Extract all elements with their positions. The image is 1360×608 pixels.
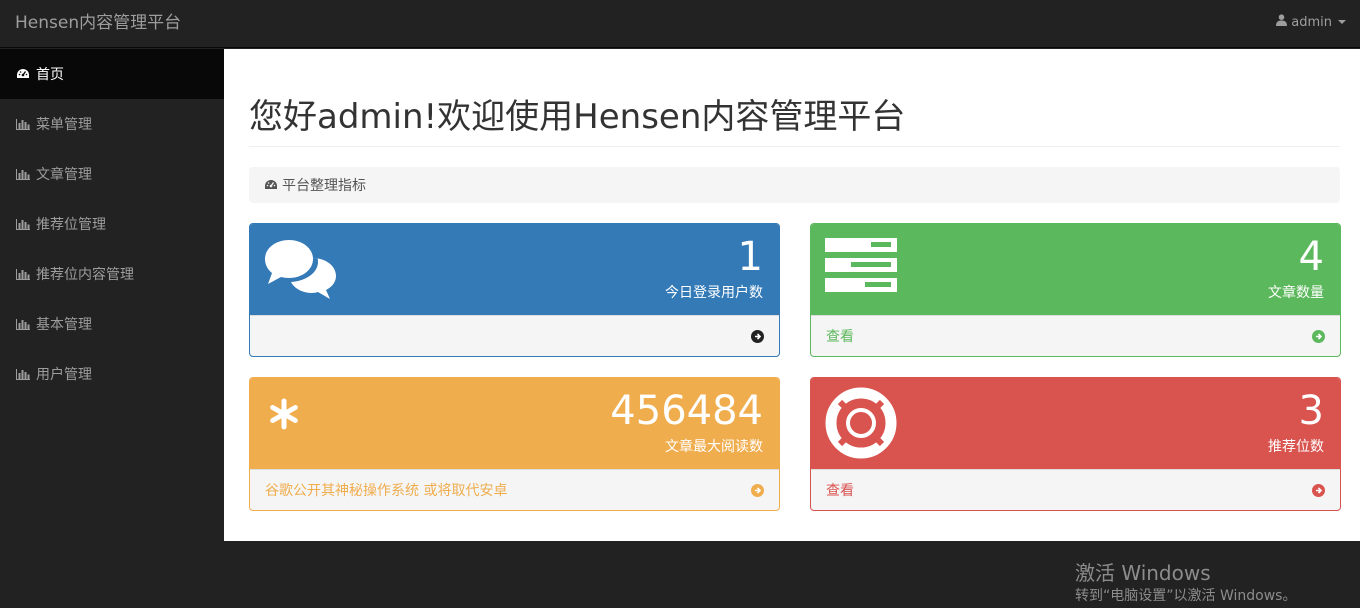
panel-value: 4 (1298, 234, 1324, 280)
breadcrumb-label: 平台整理指标 (282, 178, 366, 194)
panel-label: 推荐位数 (1268, 439, 1324, 455)
page-title: 您好admin!欢迎使用Hensen内容管理平台 (249, 97, 906, 137)
brand-link[interactable]: Hensen内容管理平台 (15, 12, 181, 34)
sidebar-item-label: 基本管理 (36, 317, 92, 333)
sidebar-item-label: 用户管理 (36, 367, 92, 383)
arrow-circle-right-icon (751, 329, 764, 343)
panel-heading: 456484 文章最大阅读数 (250, 378, 779, 469)
sidebar-item-label: 推荐位内容管理 (36, 267, 134, 283)
panel-footer-text: 查看 (826, 483, 854, 499)
sidebar-item-label: 文章管理 (36, 167, 92, 183)
arrow-circle-right-icon (1312, 483, 1325, 497)
panel-footer-text: 谷歌公开其神秘操作系统 或将取代安卓 (265, 483, 508, 499)
sidebar-item-label: 推荐位管理 (36, 217, 106, 233)
panel-article-count: 4 文章数量 查看 (810, 223, 1341, 357)
sidebar-item-label: 首页 (36, 67, 64, 83)
tasks-icon (825, 238, 897, 300)
watermark-subtitle: 转到“电脑设置”以激活 Windows。 (1075, 588, 1297, 604)
breadcrumb: 平台整理指标 (249, 167, 1340, 203)
page-header: 您好admin!欢迎使用Hensen内容管理平台 (249, 95, 1340, 147)
comments-icon (264, 238, 338, 304)
main-content: 您好admin!欢迎使用Hensen内容管理平台 平台整理指标 1 今日登录用户… (224, 49, 1360, 541)
sidebar-item-label: 菜单管理 (36, 117, 92, 133)
sidebar-item-position-content[interactable]: 推荐位内容管理 (0, 249, 224, 299)
caret-down-icon (1338, 20, 1346, 24)
panel-footer-text: 查看 (826, 329, 854, 345)
sidebar-item-menu[interactable]: 菜单管理 (0, 99, 224, 149)
watermark-title: 激活 Windows (1075, 561, 1211, 585)
top-navbar: Hensen内容管理平台 admin (0, 0, 1360, 48)
dashboard-icon (264, 179, 278, 191)
panel-value: 456484 (610, 388, 763, 434)
sidebar: 首页 菜单管理 文章管理 推荐位管理 推荐位内容管理 基本管理 用户管理 (0, 49, 224, 608)
bar-chart-icon (15, 267, 31, 281)
windows-activation-watermark: 激活 Windows 转到“电脑设置”以激活 Windows。 (1075, 560, 1296, 606)
panel-value: 1 (737, 234, 763, 280)
panel-footer-link[interactable]: 谷歌公开其神秘操作系统 或将取代安卓 (250, 469, 779, 510)
panel-heading: 1 今日登录用户数 (250, 224, 779, 315)
sidebar-item-home[interactable]: 首页 (0, 49, 224, 99)
panel-heading: 4 文章数量 (811, 224, 1340, 315)
panel-footer-link[interactable]: 查看 (811, 315, 1340, 356)
username-label: admin (1291, 14, 1332, 30)
panel-value: 3 (1298, 388, 1324, 434)
arrow-circle-right-icon (751, 483, 764, 497)
user-dropdown[interactable]: admin (1276, 14, 1346, 30)
panel-label: 文章最大阅读数 (665, 439, 763, 455)
sidebar-item-articles[interactable]: 文章管理 (0, 149, 224, 199)
bar-chart-icon (15, 317, 31, 331)
arrow-circle-right-icon (1312, 329, 1325, 343)
panel-label: 文章数量 (1268, 285, 1324, 301)
bar-chart-icon (15, 117, 31, 131)
sidebar-item-basic[interactable]: 基本管理 (0, 299, 224, 349)
panel-recommend-positions: 3 推荐位数 查看 (810, 377, 1341, 511)
sidebar-item-positions[interactable]: 推荐位管理 (0, 199, 224, 249)
panel-label: 今日登录用户数 (665, 285, 763, 301)
user-icon (1276, 14, 1288, 30)
asterisk-icon (264, 392, 300, 434)
panel-footer-link[interactable]: 查看 (811, 469, 1340, 510)
panel-heading: 3 推荐位数 (811, 378, 1340, 469)
sidebar-item-users[interactable]: 用户管理 (0, 349, 224, 399)
bar-chart-icon (15, 367, 31, 381)
bar-chart-icon (15, 217, 31, 231)
panel-footer-link[interactable] (250, 315, 779, 356)
life-ring-icon (825, 387, 897, 463)
panel-max-reads: 456484 文章最大阅读数 谷歌公开其神秘操作系统 或将取代安卓 (249, 377, 780, 511)
panel-login-users: 1 今日登录用户数 (249, 223, 780, 357)
dashboard-icon (15, 67, 31, 81)
bar-chart-icon (15, 167, 31, 181)
